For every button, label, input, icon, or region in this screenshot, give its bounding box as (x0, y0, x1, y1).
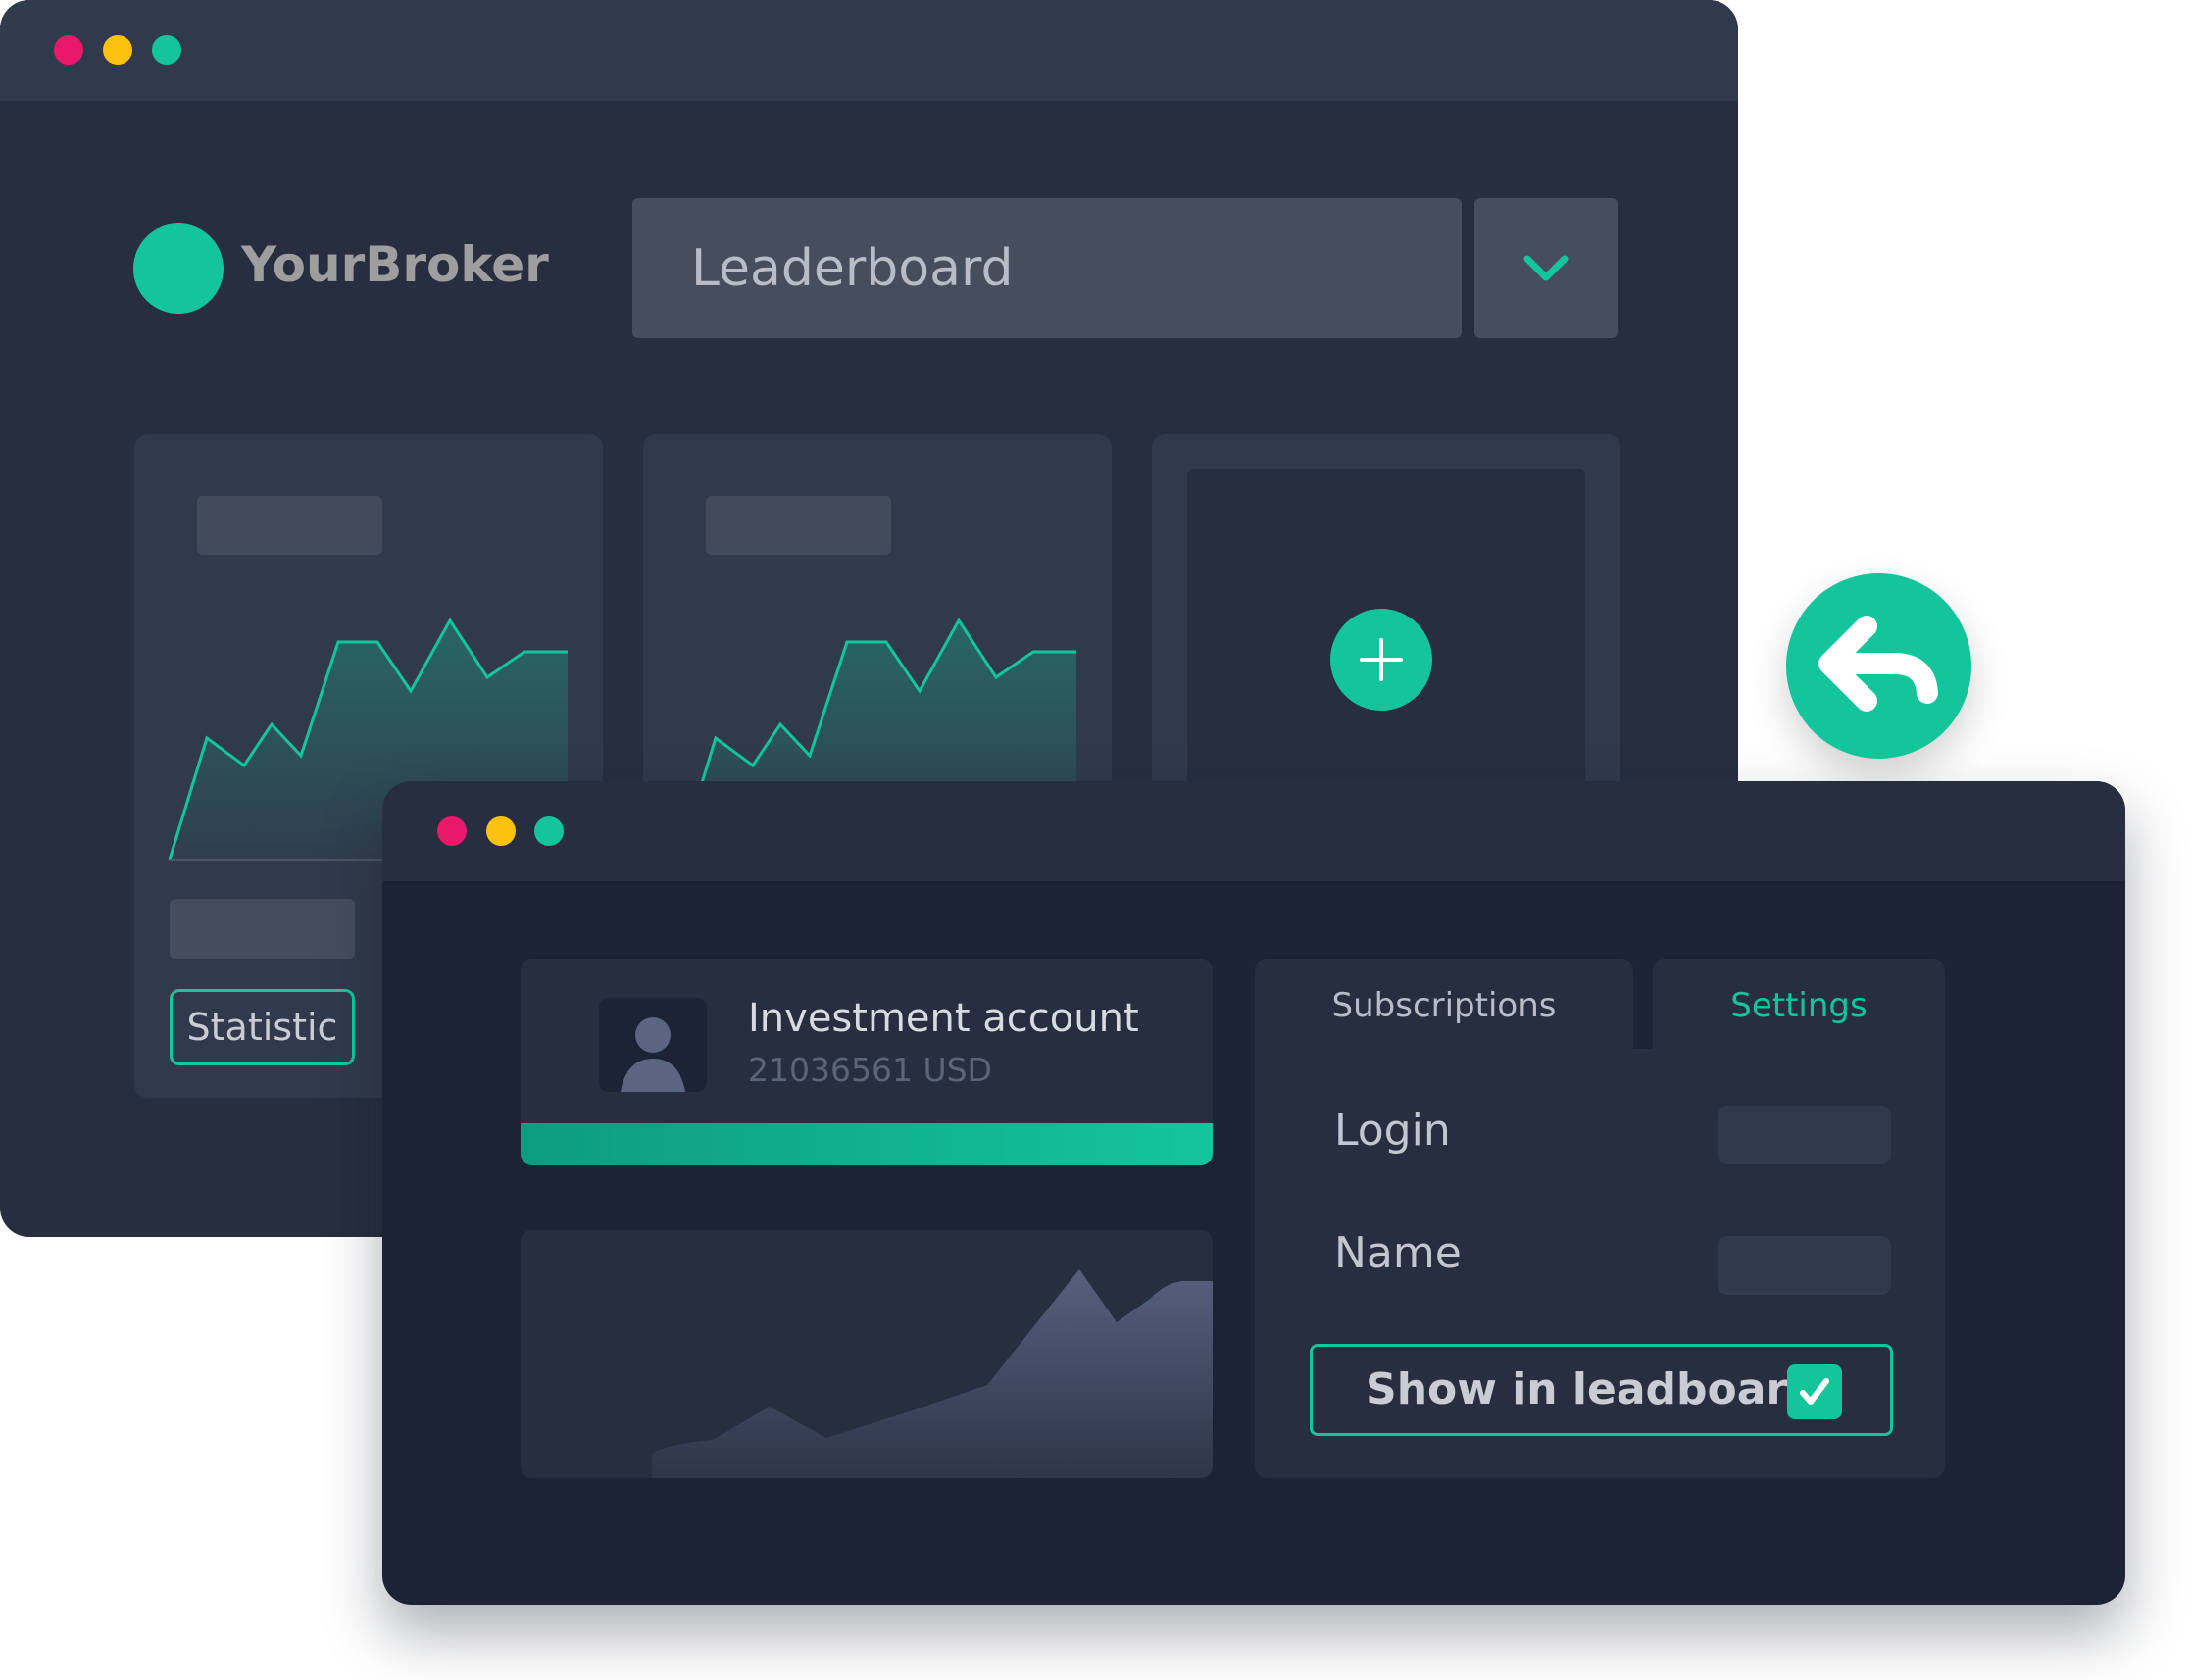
leaderboard-dropdown-button[interactable] (1474, 198, 1618, 338)
account-title: Investment account (748, 996, 1139, 1041)
user-icon (621, 1017, 685, 1092)
back-button[interactable] (1786, 573, 1971, 759)
account-progress-bar (521, 1123, 1213, 1165)
account-progress-fill (521, 1123, 1213, 1165)
add-widget-button[interactable] (1330, 609, 1432, 711)
leaderboard-select[interactable]: Leaderboard (632, 198, 1462, 338)
brand-logo (133, 223, 224, 314)
show-in-leaderboard-checkbox[interactable] (1787, 1364, 1842, 1419)
maximize-dot[interactable] (534, 816, 564, 846)
brand-name: YourBroker (241, 236, 549, 293)
maximize-dot[interactable] (152, 35, 181, 65)
close-dot[interactable] (437, 816, 467, 846)
area-chart (652, 1269, 1213, 1478)
plus-icon (1360, 638, 1403, 681)
login-input[interactable] (1718, 1106, 1891, 1164)
close-dot[interactable] (54, 35, 83, 65)
name-input[interactable] (1718, 1236, 1891, 1295)
settings-panel: Login Name Show in leadboard (1255, 1049, 1945, 1478)
investment-account-card[interactable]: Investment account 21036561 USD (521, 959, 1213, 1165)
statistic-button[interactable]: Statistic (170, 989, 355, 1065)
card-value-placeholder (170, 899, 355, 959)
tab-settings[interactable]: Settings (1653, 959, 1945, 1053)
account-chart (521, 1230, 1213, 1478)
check-icon (1800, 1378, 1829, 1405)
show-in-leaderboard-label: Show in leadboard (1366, 1364, 1818, 1414)
show-in-leaderboard-toggle[interactable]: Show in leadboard (1310, 1344, 1893, 1436)
reply-arrow-icon (1818, 616, 1938, 712)
avatar (599, 998, 707, 1092)
chevron-down-icon (1523, 255, 1569, 281)
name-label: Name (1334, 1228, 1462, 1278)
titlebar (382, 781, 2125, 881)
login-label: Login (1334, 1106, 1451, 1156)
minimize-dot[interactable] (486, 816, 516, 846)
tab-subscriptions[interactable]: Subscriptions (1255, 959, 1633, 1053)
leaderboard-select-value: Leaderboard (691, 238, 1014, 298)
account-window: Investment account 21036561 USD Subscrip… (382, 781, 2125, 1605)
minimize-dot[interactable] (103, 35, 132, 65)
titlebar (0, 0, 1738, 101)
account-number: 21036561 USD (748, 1051, 992, 1089)
